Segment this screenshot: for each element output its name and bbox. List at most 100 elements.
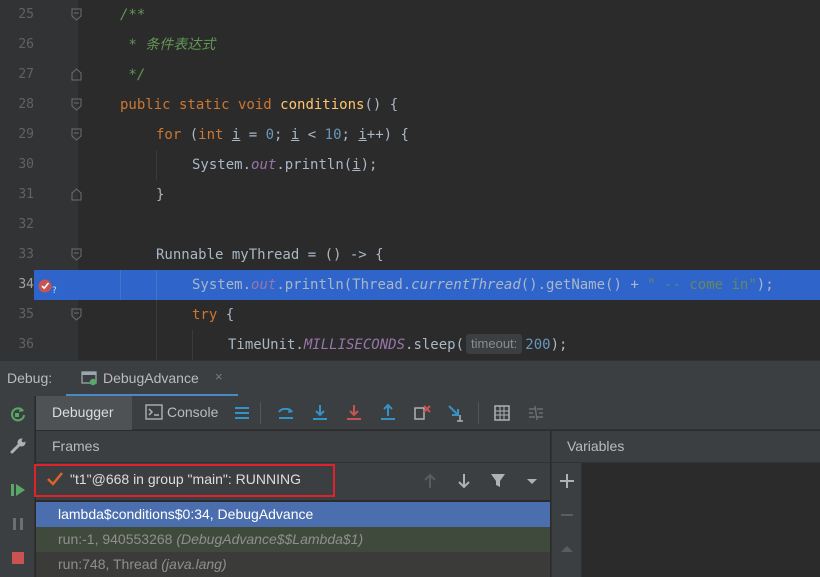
frame-class: (DebugAdvance$$Lambda$1) — [176, 531, 364, 547]
code-line[interactable]: 32 — [0, 210, 820, 240]
frames-header: Frames — [36, 431, 550, 463]
line-number: 33 — [18, 247, 34, 262]
tab-debugger[interactable]: Debugger — [36, 396, 132, 430]
settings-wrench-icon[interactable] — [8, 436, 28, 456]
code-text: /** — [120, 7, 146, 23]
breakpoint-icon[interactable]: ? — [37, 278, 59, 294]
variables-panel: Variables — [551, 431, 820, 577]
code-text: System.out.println(Thread.currentThread(… — [192, 277, 774, 293]
line-number: 25 — [18, 7, 34, 22]
tab-console[interactable]: Console — [142, 396, 230, 430]
debug-side-toolbar — [0, 396, 35, 577]
drop-frame-icon[interactable] — [412, 403, 432, 423]
indent-guide — [156, 300, 157, 330]
code-text: */ — [120, 67, 146, 83]
frame-row[interactable]: run:748, Thread (java.lang) — [36, 552, 550, 577]
fold-marker-icon[interactable] — [71, 248, 82, 261]
stop-icon[interactable] — [8, 548, 28, 568]
thread-selector[interactable]: "t1"@668 in group "main": RUNNING — [34, 463, 550, 500]
variables-header: Variables — [552, 431, 820, 463]
code-text: for (int i = 0; i < 10; i++) { — [156, 127, 409, 143]
line-number: 31 — [18, 187, 34, 202]
frames-panel: Frames "t1"@668 in group "main": RUNNING… — [34, 431, 550, 577]
debugger-toolbar: Debugger Console — [36, 396, 820, 430]
code-line[interactable]: 36 TimeUnit.MILLISECONDS.sleep(timeout: 2… — [0, 330, 820, 360]
line-number: 26 — [18, 37, 34, 52]
code-text: System.out.println(i); — [192, 157, 378, 173]
code-line[interactable]: 33 Runnable myThread = () -> { — [0, 240, 820, 270]
execution-line[interactable]: 34 ? System.out.println(Thread.currentTh… — [0, 270, 820, 300]
fold-end-marker-icon[interactable] — [71, 188, 82, 201]
code-line[interactable]: 25 /** — [0, 0, 820, 30]
line-number: 27 — [18, 67, 34, 82]
code-line[interactable]: 26 * 条件表达式 — [0, 30, 820, 60]
arrow-up-icon[interactable] — [421, 472, 439, 490]
indent-guide — [156, 330, 157, 360]
application-icon — [81, 371, 97, 386]
console-icon — [145, 404, 163, 420]
code-text: try { — [192, 307, 235, 323]
add-watch-icon[interactable] — [558, 472, 576, 490]
code-text: public static void conditions() { — [120, 97, 399, 113]
line-number: 34 — [0, 270, 34, 300]
indent-guide — [192, 330, 193, 360]
parameter-hint: timeout: — [466, 334, 523, 354]
code-line[interactable]: 29 for (int i = 0; i < 10; i++) { — [0, 120, 820, 150]
frame-package: (java.lang) — [161, 556, 227, 572]
indent-guide — [120, 270, 121, 300]
step-into-icon[interactable] — [344, 403, 364, 423]
frame-name: lambda$conditions$0:34, DebugAdvance — [58, 506, 314, 522]
fold-marker-icon[interactable] — [71, 128, 82, 141]
filter-icon[interactable] — [489, 472, 507, 490]
code-line[interactable]: 31 } — [0, 180, 820, 210]
fold-marker-icon[interactable] — [71, 308, 82, 321]
rerun-icon[interactable] — [8, 404, 28, 424]
line-number: 36 — [18, 337, 34, 352]
code-text: Runnable myThread = () -> { — [156, 247, 384, 263]
code-text: * 条件表达式 — [120, 37, 216, 53]
pause-icon[interactable] — [8, 514, 28, 534]
code-text: } — [156, 187, 165, 203]
resume-icon[interactable] — [8, 480, 28, 500]
toolbar-separator — [260, 402, 261, 424]
remove-watch-icon[interactable] — [558, 506, 576, 524]
code-editor[interactable]: 25 /** 26 * 条件表达式 27 */ 28 public static… — [0, 0, 820, 360]
fold-end-marker-icon[interactable] — [71, 68, 82, 81]
layout-menu-icon[interactable] — [232, 403, 252, 423]
fold-marker-icon[interactable] — [71, 8, 82, 21]
code-text: TimeUnit.MILLISECONDS.sleep(timeout: 200)… — [228, 334, 568, 354]
fold-marker-icon[interactable] — [71, 98, 82, 111]
step-out-icon[interactable] — [378, 403, 398, 423]
move-up-icon[interactable] — [558, 540, 576, 558]
code-line[interactable]: 27 */ — [0, 60, 820, 90]
code-line[interactable]: 35 try { — [0, 300, 820, 330]
toolbar-separator — [478, 402, 479, 424]
debug-session-label: DebugAdvance — [103, 370, 199, 386]
trace-icon[interactable] — [526, 403, 546, 423]
run-to-cursor-icon[interactable] — [446, 403, 466, 423]
checkmark-icon — [47, 472, 63, 486]
frame-row[interactable]: lambda$conditions$0:34, DebugAdvance — [36, 502, 550, 527]
line-number: 32 — [18, 217, 34, 232]
frame-name: run:748, Thread — [58, 556, 162, 572]
close-icon[interactable]: × — [215, 369, 223, 384]
show-execution-point-icon[interactable] — [276, 403, 296, 423]
evaluate-expression-icon[interactable] — [492, 403, 512, 423]
debug-session-tab[interactable]: DebugAdvance × — [66, 361, 238, 397]
arrow-down-icon[interactable] — [455, 472, 473, 490]
indent-guide — [156, 270, 157, 300]
code-line[interactable]: 28 public static void conditions() { — [0, 90, 820, 120]
svg-text:?: ? — [52, 286, 57, 294]
step-over-icon[interactable] — [310, 403, 330, 423]
tab-console-label: Console — [167, 404, 219, 420]
frame-row[interactable]: run:-1, 940553268 (DebugAdvance$$Lambda$… — [36, 527, 550, 552]
code-line[interactable]: 30 System.out.println(i); — [0, 150, 820, 180]
frame-name: run:-1, 940553268 — [58, 531, 177, 547]
thread-label: "t1"@668 in group "main": RUNNING — [70, 471, 301, 487]
variables-title: Variables — [567, 438, 625, 454]
line-number: 35 — [18, 307, 34, 322]
chevron-down-icon[interactable] — [523, 472, 541, 490]
variables-toolbar — [552, 463, 582, 577]
line-number: 29 — [18, 127, 34, 142]
line-number: 28 — [18, 97, 34, 112]
